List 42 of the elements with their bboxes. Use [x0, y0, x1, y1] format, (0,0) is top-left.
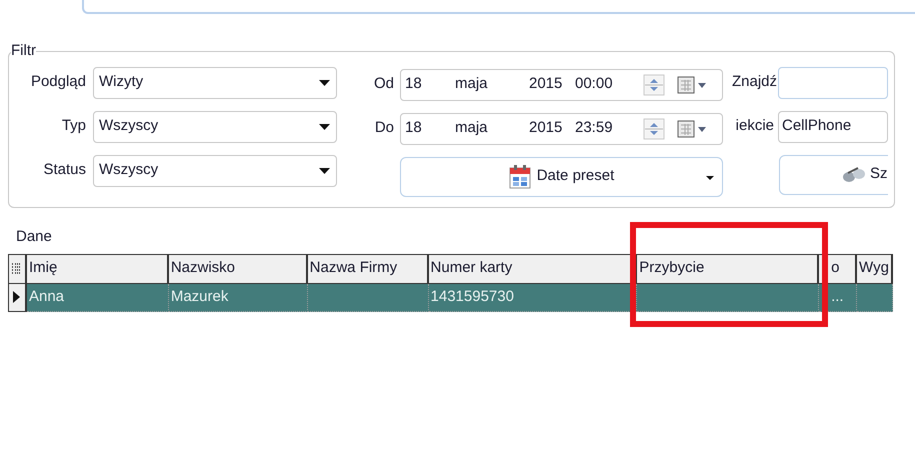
data-title: Dane	[16, 227, 52, 247]
field-label: Znajdź	[730, 72, 778, 92]
dropdown-caret-icon	[706, 176, 714, 180]
field-label: Typ	[60, 116, 87, 136]
field-label: Status	[42, 160, 87, 180]
dropdown-field[interactable]: Wszyscy	[93, 110, 337, 142]
column-header[interactable]: Numer karty	[430, 257, 512, 280]
dropdown-caret-icon	[319, 124, 330, 130]
column-header[interactable]: Wyg	[859, 257, 889, 280]
field-label: iekcie	[734, 116, 775, 136]
calendar-icon	[508, 164, 531, 188]
date-preset-button[interactable]: Date preset	[400, 156, 723, 196]
calendar-dropdown-icon[interactable]	[677, 74, 707, 94]
column-header[interactable]: Nazwa Firmy	[310, 257, 398, 280]
binoculars-icon	[842, 166, 866, 182]
object-field[interactable]: CellPhone	[778, 110, 888, 142]
table-cell-text: Anna	[28, 286, 64, 307]
search-button[interactable]: Sz	[779, 154, 888, 194]
search-field[interactable]	[778, 66, 888, 98]
dropdown-field[interactable]: Wszyscy	[93, 154, 337, 186]
date-time-field[interactable]: 18 maja 2015 00:00	[400, 68, 723, 100]
calendar-dropdown-icon[interactable]	[677, 118, 707, 138]
filter-title: Filtr	[11, 41, 36, 61]
dropdown-caret-icon	[319, 168, 330, 174]
field-label: Do	[374, 118, 395, 138]
table-cell-text: 1431595730	[430, 286, 514, 307]
current-row-arrow-icon	[13, 291, 20, 303]
list-icon	[12, 262, 22, 274]
table-cell-text: Mazurek	[170, 286, 228, 307]
column-header[interactable]: Nazwisko	[170, 257, 236, 280]
dropdown-field[interactable]: Wizyty	[93, 66, 337, 98]
field-label: Od	[372, 74, 395, 94]
column-header[interactable]: Przybycie	[639, 257, 704, 280]
field-label: Podgląd	[30, 72, 87, 92]
grid-row[interactable]: Anna Mazurek 1431595730 ...	[9, 284, 893, 312]
date-time-field[interactable]: 18 maja 2015 23:59	[400, 112, 723, 144]
spin-arrows-icon[interactable]	[643, 74, 665, 96]
column-header[interactable]: o	[831, 257, 840, 280]
dropdown-caret-icon	[319, 80, 330, 86]
table-cell-text: ...	[831, 286, 844, 307]
column-header[interactable]: Imię	[28, 257, 58, 280]
spin-arrows-icon[interactable]	[643, 118, 665, 140]
